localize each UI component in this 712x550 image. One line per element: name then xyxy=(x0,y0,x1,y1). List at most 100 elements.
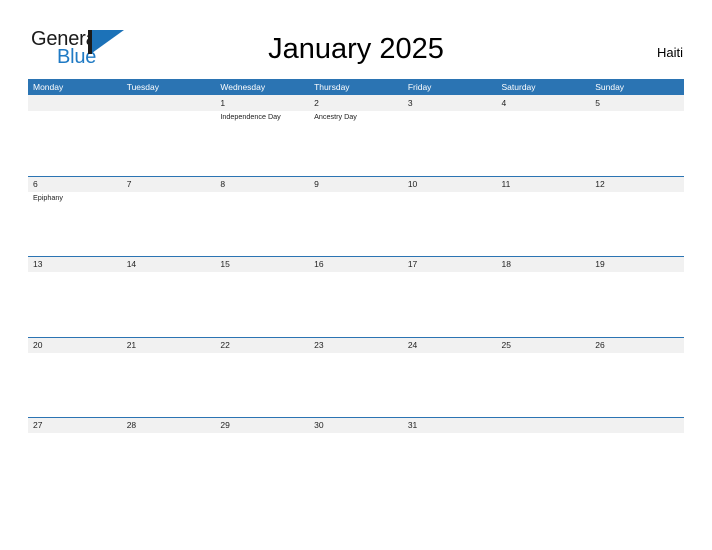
calendar-day-cell[interactable]: 4 xyxy=(497,95,591,122)
calendar-day-cell[interactable]: 3 xyxy=(403,95,497,122)
day-number: 21 xyxy=(126,339,137,350)
calendar-week-row: 6 Epiphany 7 8 9 10 11 12 xyxy=(28,175,684,257)
day-number: 26 xyxy=(595,339,605,350)
day-number: 25 xyxy=(501,339,511,350)
calendar-day-cell[interactable]: 27 xyxy=(28,417,122,434)
week-cells: 20 21 22 23 24 25 26 xyxy=(28,337,684,354)
day-number: 16 xyxy=(314,259,324,270)
day-events xyxy=(502,111,591,112)
calendar-day-cell[interactable]: 6 Epiphany xyxy=(28,176,122,203)
calendar-day-cell[interactable]: 22 xyxy=(215,337,309,354)
day-events xyxy=(595,192,684,193)
day-number: 6 xyxy=(33,178,38,189)
calendar-day-cell[interactable]: 20 xyxy=(28,337,122,354)
calendar-day-cell[interactable]: 14 xyxy=(122,256,216,273)
day-events xyxy=(127,353,216,354)
calendar-weeks: 1 Independence Day 2 Ancestry Day 3 4 5 6 Epipha… xyxy=(28,95,684,498)
day-number: 10 xyxy=(407,178,418,189)
weekday-header-saturday: Saturday xyxy=(501,82,536,92)
calendar-day-cell[interactable]: 28 xyxy=(122,417,216,434)
day-number xyxy=(33,95,122,111)
calendar-day-cell[interactable]: 10 xyxy=(403,176,497,203)
region-label: Haiti xyxy=(656,45,683,60)
day-events xyxy=(502,353,591,354)
week-cells: 6 Epiphany 7 8 9 10 11 12 xyxy=(28,176,684,203)
day-events xyxy=(595,272,684,273)
day-events xyxy=(314,272,403,273)
day-events xyxy=(127,111,216,112)
calendar-week-row: 20 21 22 23 24 25 26 xyxy=(28,336,684,418)
calendar-day-cell[interactable]: 24 xyxy=(403,337,497,354)
day-number: 28 xyxy=(126,420,137,431)
day-number: 30 xyxy=(314,420,324,431)
calendar-day-cell[interactable] xyxy=(590,417,684,434)
day-events: Independence Day xyxy=(220,111,309,122)
day-number: 2 xyxy=(314,98,319,108)
page-header: General Blue January 2025 Haiti xyxy=(0,0,712,68)
week-cells: 13 14 15 16 17 18 19 xyxy=(28,256,684,273)
day-number: 7 xyxy=(126,178,132,189)
day-events xyxy=(33,272,122,273)
day-events xyxy=(595,111,684,112)
calendar-day-cell[interactable]: 23 xyxy=(309,337,403,354)
day-events xyxy=(314,353,403,354)
calendar-day-cell[interactable]: 7 xyxy=(122,176,216,203)
calendar-day-cell[interactable]: 19 xyxy=(590,256,684,273)
calendar-week-row: 1 Independence Day 2 Ancestry Day 3 4 5 xyxy=(28,95,684,176)
calendar-day-cell[interactable]: 31 xyxy=(403,417,497,434)
day-number: 4 xyxy=(501,98,507,108)
day-events xyxy=(33,111,122,112)
day-events xyxy=(127,272,216,273)
day-events xyxy=(408,272,497,273)
calendar-day-cell[interactable]: 17 xyxy=(403,256,497,273)
calendar-day-cell[interactable]: 12 xyxy=(590,176,684,203)
calendar-day-cell[interactable]: 1 Independence Day xyxy=(215,95,309,122)
week-cells: 1 Independence Day 2 Ancestry Day 3 4 5 xyxy=(28,95,684,122)
calendar-day-cell[interactable] xyxy=(122,95,216,122)
day-events xyxy=(595,433,684,434)
day-number xyxy=(127,95,216,111)
day-events xyxy=(220,433,309,434)
day-events xyxy=(220,272,309,273)
day-number: 3 xyxy=(407,98,413,108)
day-number: 24 xyxy=(407,339,418,350)
calendar-day-cell[interactable]: 13 xyxy=(28,256,122,273)
calendar-day-cell[interactable] xyxy=(497,417,591,434)
calendar-week-row: 27 28 29 30 31 xyxy=(28,417,684,498)
day-number: 15 xyxy=(220,259,230,270)
weekday-header-tuesday: Tuesday xyxy=(126,82,159,92)
day-number: 17 xyxy=(407,259,418,270)
calendar-day-cell[interactable]: 9 xyxy=(309,176,403,203)
day-events xyxy=(595,353,684,354)
day-events: Epiphany xyxy=(33,192,122,203)
calendar-day-cell[interactable]: 2 Ancestry Day xyxy=(309,95,403,122)
day-number: 9 xyxy=(314,178,319,189)
day-number: 31 xyxy=(407,420,418,431)
day-number: 19 xyxy=(595,259,605,270)
day-events xyxy=(408,353,497,354)
calendar-day-cell[interactable]: 30 xyxy=(309,417,403,434)
day-number: 12 xyxy=(595,178,605,189)
weekday-header-sunday: Sunday xyxy=(595,82,625,92)
calendar-day-cell[interactable] xyxy=(28,95,122,122)
day-events xyxy=(127,433,216,434)
calendar-day-cell[interactable]: 11 xyxy=(497,176,591,203)
day-number: 22 xyxy=(220,339,230,350)
day-number: 18 xyxy=(501,259,511,270)
day-number: 14 xyxy=(126,259,137,270)
calendar-day-cell[interactable]: 26 xyxy=(590,337,684,354)
calendar-day-cell[interactable]: 15 xyxy=(215,256,309,273)
calendar-day-cell[interactable]: 25 xyxy=(497,337,591,354)
day-number: 13 xyxy=(33,259,43,270)
calendar-day-cell[interactable]: 16 xyxy=(309,256,403,273)
day-events xyxy=(408,111,497,112)
calendar-day-cell[interactable]: 18 xyxy=(497,256,591,273)
calendar-day-cell[interactable]: 21 xyxy=(122,337,216,354)
day-events xyxy=(220,192,309,193)
calendar-day-cell[interactable]: 8 xyxy=(215,176,309,203)
day-events xyxy=(502,433,591,434)
day-number xyxy=(595,417,684,433)
weekday-header-monday: Monday xyxy=(33,82,64,92)
calendar-day-cell[interactable]: 5 xyxy=(590,95,684,122)
calendar-day-cell[interactable]: 29 xyxy=(215,417,309,434)
